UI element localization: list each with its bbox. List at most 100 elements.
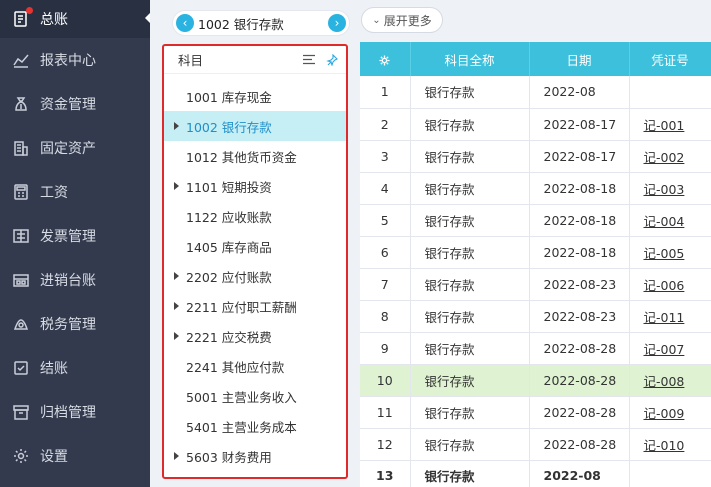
tree-item-2211[interactable]: 2211 应付职工薪酬: [164, 291, 346, 321]
table-row[interactable]: 5 银行存款 2022-08-18 记-004: [360, 204, 711, 237]
table-row[interactable]: 8 银行存款 2022-08-23 记-011: [360, 300, 711, 333]
sidebar-item-tax[interactable]: 税务管理: [0, 302, 150, 346]
date-cell: 2022-08-28: [529, 332, 630, 365]
sidebar-item-label: 结账: [40, 361, 68, 377]
tree-item-2221[interactable]: 2221 应交税费: [164, 321, 346, 351]
sidebar-item-close-books[interactable]: 结账: [0, 346, 150, 390]
date-cell: 2022-08-28: [529, 396, 630, 429]
date-cell: 2022-08: [529, 76, 630, 109]
voucher-link[interactable]: 记-005: [629, 236, 711, 269]
voucher-link[interactable]: 记-007: [629, 332, 711, 365]
table-row[interactable]: 7 银行存款 2022-08-23 记-006: [360, 268, 711, 301]
table-row-total[interactable]: 13 银行存款 2022-08: [360, 460, 711, 487]
table-row-highlighted[interactable]: 10 银行存款 2022-08-28 记-008: [360, 364, 711, 397]
table-row[interactable]: 11 银行存款 2022-08-28 记-009: [360, 396, 711, 429]
sidebar-item-settings[interactable]: 设置: [0, 434, 150, 478]
sidebar-item-label: 发票管理: [40, 229, 96, 245]
table-row[interactable]: 6 银行存款 2022-08-18 记-005: [360, 236, 711, 269]
tree-item-2202[interactable]: 2202 应付账款: [164, 261, 346, 291]
column-header-voucher[interactable]: 凭证号: [629, 42, 711, 76]
table-row[interactable]: 1 银行存款 2022-08: [360, 76, 711, 109]
subject-tree: 1001 库存现金 1002 银行存款 1012 其他货币资金 1101 短期投…: [164, 74, 346, 471]
sidebar-item-funds[interactable]: 资金管理: [0, 82, 150, 126]
tree-item-5401[interactable]: 5401 主营业务成本: [164, 411, 346, 441]
expand-arrow-icon[interactable]: [174, 272, 179, 280]
tree-item-1405[interactable]: 1405 库存商品: [164, 231, 346, 261]
sidebar-item-general-ledger[interactable]: 总账: [0, 0, 150, 38]
sidebar-item-inventory-ledger[interactable]: 进销台账: [0, 258, 150, 302]
building-icon: [12, 139, 30, 157]
tree-item-5603[interactable]: 5603 财务费用: [164, 441, 346, 471]
voucher-link[interactable]: 记-008: [629, 364, 711, 397]
sidebar-item-label: 总账: [40, 12, 68, 28]
close-books-icon: [12, 359, 30, 377]
voucher-link[interactable]: 记-003: [629, 172, 711, 205]
tree-item-label: 1101 短期投资: [186, 179, 272, 195]
sidebar-item-reports[interactable]: 报表中心: [0, 38, 150, 82]
tax-icon: [12, 315, 30, 333]
tree-item-1101[interactable]: 1101 短期投资: [164, 171, 346, 201]
sidebar-item-label: 归档管理: [40, 405, 96, 421]
sidebar-item-label: 设置: [40, 449, 68, 465]
row-number: 1: [360, 76, 411, 109]
sidebar-item-payroll[interactable]: 工资: [0, 170, 150, 214]
sidebar-item-archive[interactable]: 归档管理: [0, 390, 150, 434]
tree-item-1122[interactable]: 1122 应收账款: [164, 201, 346, 231]
date-cell: 2022-08-23: [529, 268, 630, 301]
tree-item-label: 2202 应付账款: [186, 269, 272, 285]
tree-item-5001[interactable]: 5001 主营业务收入: [164, 381, 346, 411]
tree-item-1002[interactable]: 1002 银行存款: [164, 111, 346, 141]
ledger-table: 科目全称 日期 凭证号 1 银行存款 2022-08 2 银行存款 2022-08-17…: [360, 42, 711, 487]
table-row[interactable]: 9 银行存款 2022-08-28 记-007: [360, 332, 711, 365]
subject-name-cell: 银行存款: [410, 396, 530, 429]
subject-panel-title: 科目: [178, 53, 204, 68]
sidebar-item-invoices[interactable]: 发票管理: [0, 214, 150, 258]
row-number: 13: [360, 460, 411, 487]
voucher-link[interactable]: 记-011: [629, 300, 711, 333]
expand-arrow-icon[interactable]: [174, 332, 179, 340]
row-number: 2: [360, 108, 411, 141]
money-bag-icon: [12, 95, 30, 113]
expand-more-button[interactable]: ⌄ 展开更多: [361, 7, 443, 33]
table-row[interactable]: 3 银行存款 2022-08-17 记-002: [360, 140, 711, 173]
expand-arrow-icon[interactable]: [174, 302, 179, 310]
column-settings-button[interactable]: [360, 42, 411, 76]
voucher-link[interactable]: [629, 76, 711, 109]
date-cell: 2022-08-18: [529, 236, 630, 269]
gear-icon: [378, 52, 391, 67]
row-number: 9: [360, 332, 411, 365]
date-cell: 2022-08-28: [529, 364, 630, 397]
expand-arrow-icon[interactable]: [174, 452, 179, 460]
pin-icon[interactable]: [326, 53, 338, 66]
tree-item-1001[interactable]: 1001 库存现金: [164, 81, 346, 111]
voucher-link[interactable]: 记-010: [629, 428, 711, 461]
row-number: 10: [360, 364, 411, 397]
table-row[interactable]: 2 银行存款 2022-08-17 记-001: [360, 108, 711, 141]
subject-name-cell: 银行存款: [410, 76, 530, 109]
table-row[interactable]: 12 银行存款 2022-08-28 记-010: [360, 428, 711, 461]
ledger-icon: [12, 7, 33, 28]
previous-account-button[interactable]: ‹: [176, 14, 194, 32]
sidebar-item-label: 税务管理: [40, 317, 96, 333]
next-account-button[interactable]: ›: [328, 14, 346, 32]
list-settings-icon[interactable]: [303, 54, 316, 65]
column-header-date[interactable]: 日期: [529, 42, 630, 76]
tree-item-label: 5603 财务费用: [186, 449, 272, 465]
voucher-link[interactable]: [629, 460, 711, 487]
voucher-link[interactable]: 记-002: [629, 140, 711, 173]
tree-item-1012[interactable]: 1012 其他货币资金: [164, 141, 346, 171]
tree-item-2241[interactable]: 2241 其他应付款: [164, 351, 346, 381]
voucher-link[interactable]: 记-006: [629, 268, 711, 301]
voucher-link[interactable]: 记-009: [629, 396, 711, 429]
expand-arrow-icon[interactable]: [174, 122, 179, 130]
sidebar-item-fixed-assets[interactable]: 固定资产: [0, 126, 150, 170]
voucher-link[interactable]: 记-001: [629, 108, 711, 141]
expand-arrow-icon[interactable]: [174, 182, 179, 190]
subject-name-cell: 银行存款: [410, 268, 530, 301]
column-header-subject[interactable]: 科目全称: [410, 42, 530, 76]
table-row[interactable]: 4 银行存款 2022-08-18 记-003: [360, 172, 711, 205]
voucher-link[interactable]: 记-004: [629, 204, 711, 237]
account-selector[interactable]: ‹ 1002 银行存款 ›: [172, 10, 350, 36]
row-number: 5: [360, 204, 411, 237]
subject-name-cell: 银行存款: [410, 236, 530, 269]
